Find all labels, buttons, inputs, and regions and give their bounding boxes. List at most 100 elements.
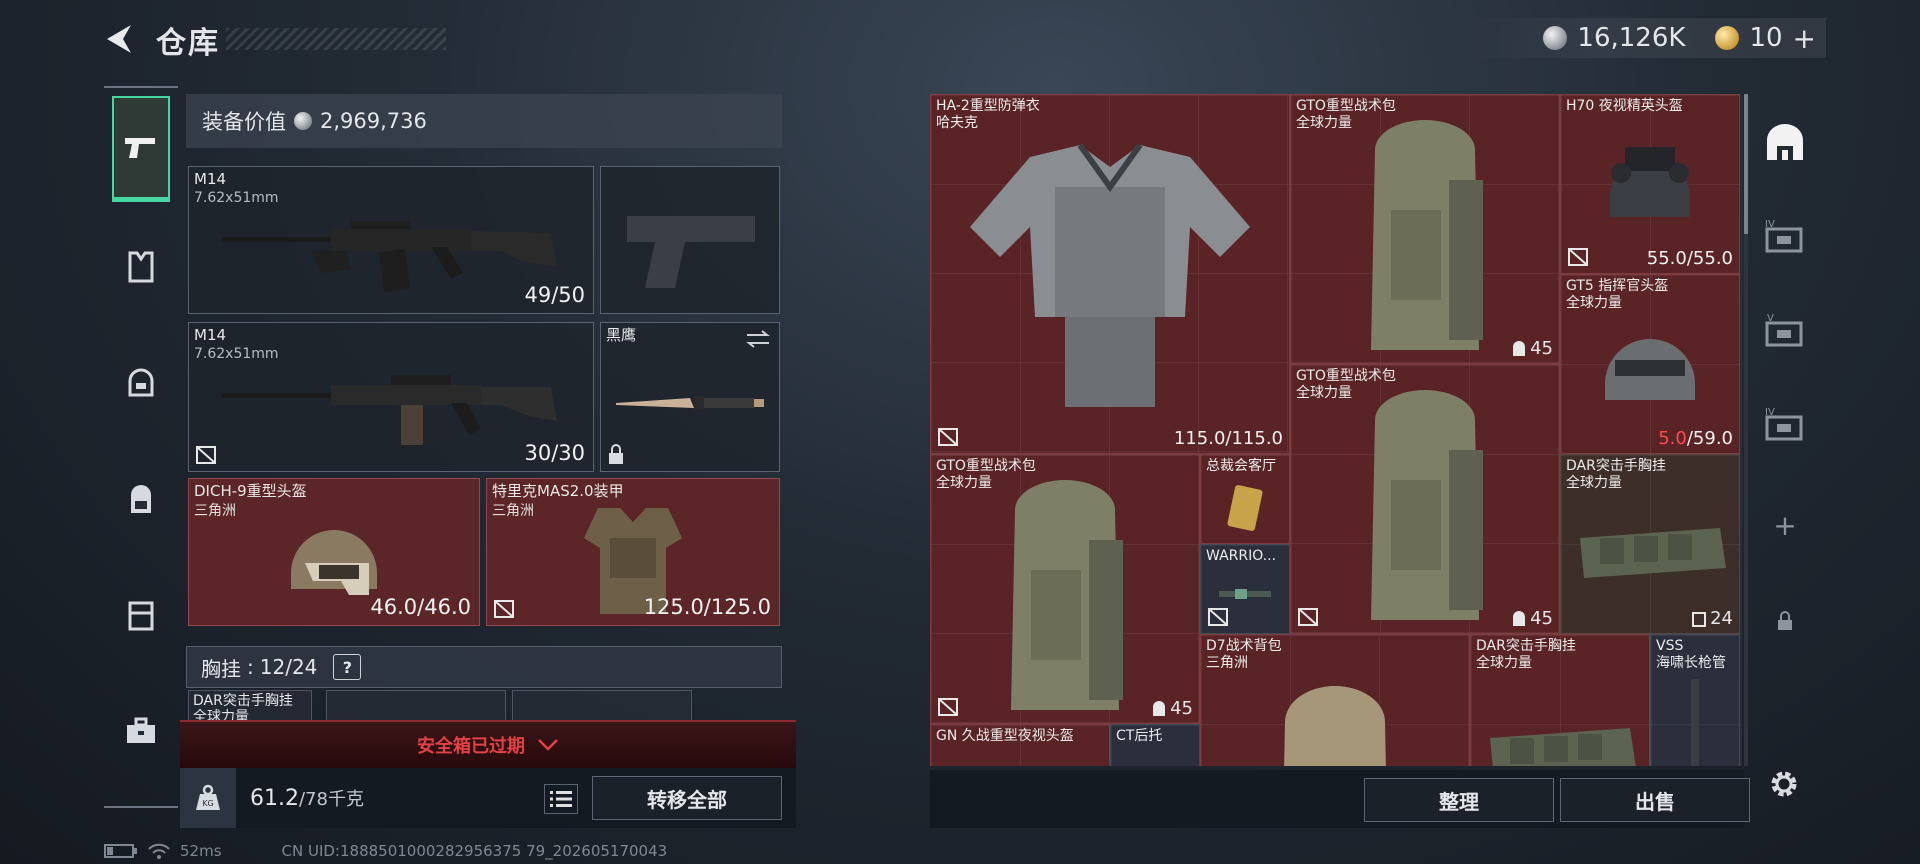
lock-icon [609,444,623,464]
tab-main-stash[interactable] [1752,112,1818,174]
primary-weapon-slot-2[interactable]: M14 7.62x51mm 30/30 [188,322,594,472]
stash-item[interactable]: GTO重型战术包 全球力量 45 [1290,94,1560,364]
durability: 125.0/125.0 [643,595,771,619]
stash-item[interactable]: D7战术背包 三角洲 [1200,634,1470,766]
nav-weapons[interactable] [112,96,170,202]
case-tier-v-icon: V [1765,313,1803,347]
helmet-icon [128,368,154,397]
nav-backpack[interactable] [112,470,170,528]
stash-item[interactable]: HA-2重型防弹衣 哈夫克 115.0/115.0 [930,94,1290,454]
equipment-nav [104,86,178,808]
swap-icon[interactable] [745,329,771,349]
battery-icon [104,844,137,858]
item-name: DICH-9重型头盔 [194,482,307,500]
gold-balance: 10 [1749,23,1783,53]
item-name: DAR突击手胸挂 [1566,458,1666,474]
backpack-small-icon [1153,700,1166,716]
settings-button[interactable] [1760,760,1808,808]
sort-button[interactable]: 整理 [1364,778,1554,822]
weight-icon-box: KG [180,768,236,828]
broken-durability-icon [938,428,958,446]
nav-armor[interactable] [112,238,170,296]
safe-box-expired-banner[interactable]: 安全箱已过期 [180,720,796,768]
stash-item[interactable]: GTO重型战术包 全球力量 45 [1290,364,1560,634]
chest-rig-small-icon [1692,611,1707,627]
pistol-placeholder-icon [627,215,755,288]
ammo-count: 49/50 [524,283,585,307]
stash-item[interactable]: H70 夜视精英头盔 55.0/55.0 [1560,94,1740,274]
item-count: 45 [1512,338,1553,359]
chest-rig-empty-slot[interactable] [326,690,506,722]
ping: 52ms [180,842,222,860]
stash-grid: HA-2重型防弹衣哈夫克 115.0/115.0 GTO重型战术包全球力量 [930,94,1742,766]
item-origin: 全球力量 [1566,294,1622,311]
item-count: 45 [1512,608,1553,629]
stash-item[interactable]: GT5 指挥官头盔 全球力量 5.0/59.0 [1560,274,1740,454]
item-name: DAR突击手胸挂 [193,693,293,709]
chevron-down-icon [538,739,558,751]
tactical-backpack-image [1371,119,1483,350]
nav-case[interactable] [112,702,170,760]
backpack-image [1284,686,1386,766]
helmet-slot[interactable]: DICH-9重型头盔 三角洲 46.0/46.0 [188,478,480,626]
chest-rig-bar: 胸挂 : 12/24 ? [186,646,782,688]
secondary-weapon-slot[interactable] [600,166,780,314]
chest-rig-empty-slot[interactable] [512,690,692,722]
nav-chest-rig[interactable] [112,586,170,644]
stash-item[interactable]: GN 久战重型夜视头盔 [930,724,1110,766]
armor-slot[interactable]: 特里克MAS2.0装甲 三角洲 125.0/125.0 [486,478,780,626]
melee-slot[interactable]: 黑鹰 [600,322,780,472]
pistol-icon [125,137,155,158]
sell-button[interactable]: 出售 [1560,778,1750,822]
tab-case-2[interactable]: V [1752,300,1818,362]
tier-label: IV [1765,219,1775,230]
case-tier-iv-icon: IV [1765,219,1803,253]
stash-item[interactable]: CT后托 [1110,724,1200,766]
silver-coin-icon [294,112,312,130]
keycard-image [1227,484,1263,531]
item-count: 24 [1692,608,1733,629]
stash-item[interactable]: VSS 海啸长枪管 [1650,634,1740,766]
transfer-all-button[interactable]: 转移全部 [592,776,782,820]
item-origin: 三角洲 [1206,654,1248,671]
chest-rig-slot[interactable]: DAR突击手胸挂 全球力量 [188,690,312,725]
stash-scroll-thumb[interactable] [1744,94,1748,234]
back-button[interactable] [100,20,140,58]
night-vision-helmet-image [1610,146,1690,217]
stash-item[interactable]: DAR突击手胸挂 全球力量 24 [1560,454,1740,634]
broken-durability-icon [938,698,958,716]
page-title: 仓库 [156,26,220,61]
item-name: H70 夜视精英头盔 [1566,98,1683,114]
broken-durability-icon [196,446,216,464]
lock-icon [1778,611,1792,630]
chest-rig-label: 胸挂 [201,656,241,681]
svg-text:KG: KG [202,799,213,808]
tab-case-1[interactable]: IV [1752,206,1818,268]
item-name: M14 [194,326,227,344]
add-gold-button[interactable]: + [1793,22,1816,55]
item-name: GTO重型战术包 [936,458,1036,474]
item-count: 45 [1152,698,1193,719]
stash-item[interactable]: WARRIO... [1200,544,1290,634]
primary-weapon-slot-1[interactable]: M14 7.62x51mm 49/50 [188,166,594,314]
item-origin: 全球力量 [936,474,992,491]
nav-helmet[interactable] [112,354,170,412]
add-icon: + [1773,508,1797,542]
add-stash-tab-button[interactable]: + [1752,494,1818,556]
list-view-button[interactable] [544,784,578,814]
stash-item[interactable]: GTO重型战术包 全球力量 45 [930,454,1200,724]
item-name: DAR突击手胸挂 [1476,638,1576,654]
tab-locked[interactable] [1752,590,1818,652]
stash-item[interactable]: 总裁会客厅 [1200,454,1290,544]
broken-durability-icon [1568,248,1588,266]
stash-item[interactable]: DAR突击手胸挂 全球力量 [1470,634,1650,766]
equipment-value-bar: 装备价值 2,969,736 [186,94,782,148]
equipment-value: 2,969,736 [320,109,427,133]
chest-rig-capacity: 12/24 [259,655,318,679]
help-button[interactable]: ? [333,654,362,680]
stash-panel: HA-2重型防弹衣哈夫克 115.0/115.0 GTO重型战术包全球力量 [930,94,1742,766]
backpack-small-icon [1513,610,1526,626]
tab-case-3[interactable]: IV [1752,394,1818,456]
tier-label: IV [1765,407,1775,418]
item-name: GT5 指挥官头盔 [1566,278,1669,294]
